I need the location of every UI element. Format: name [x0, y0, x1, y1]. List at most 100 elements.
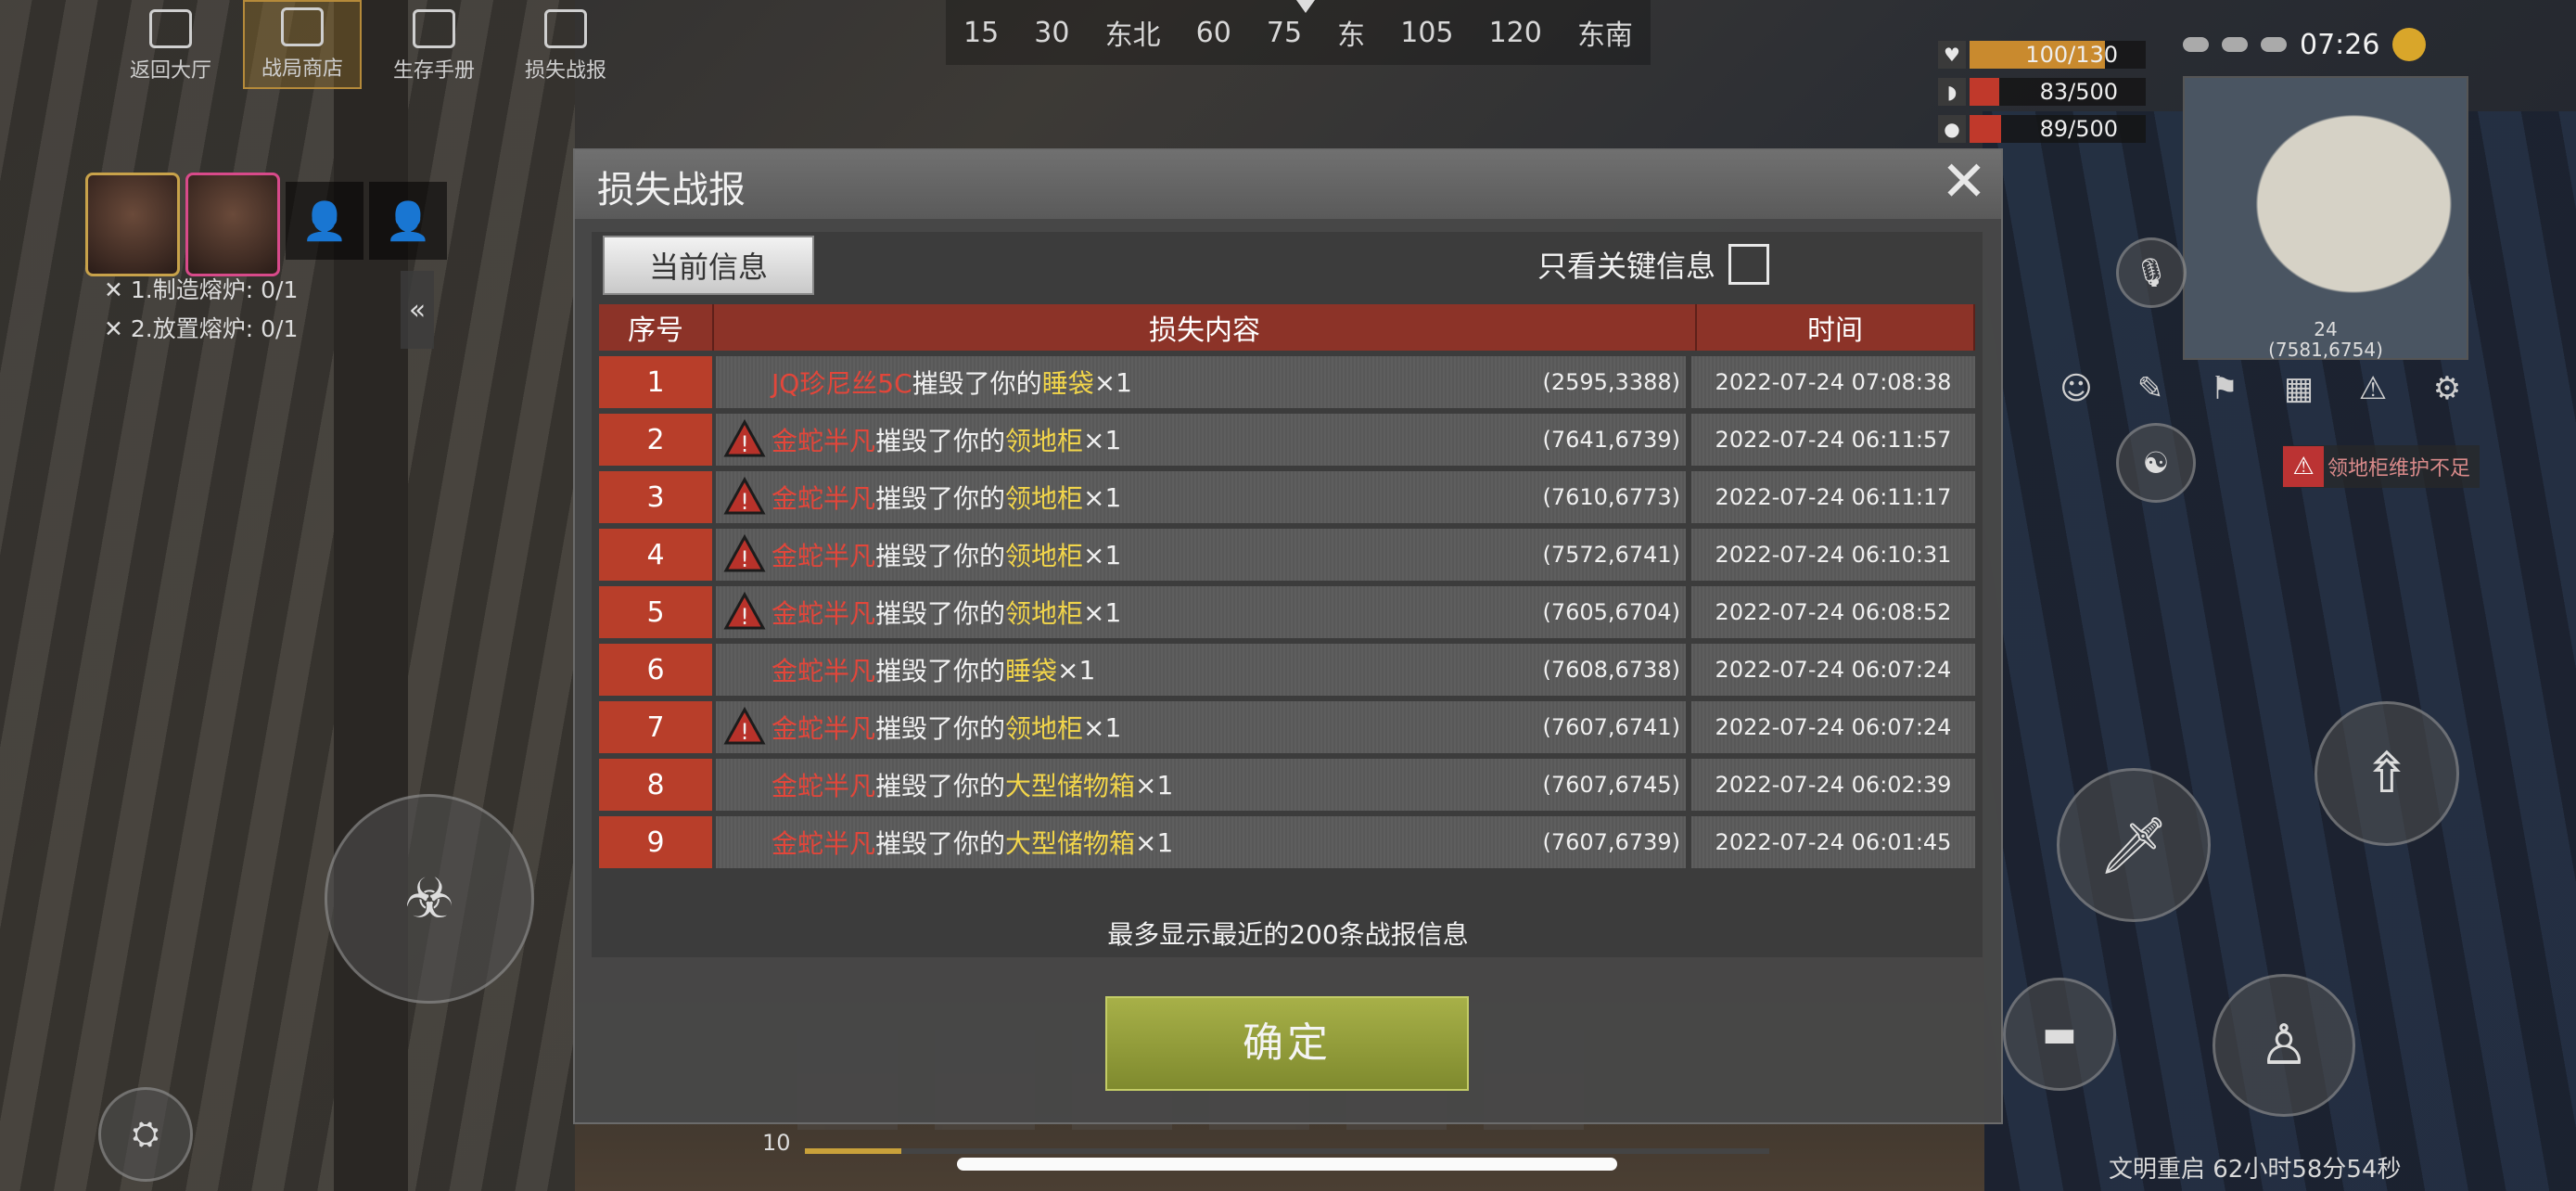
territory-warning-badge[interactable]: ⚠ 领地柜维护不足: [2283, 445, 2480, 488]
loss-time: 2022-07-24 06:07:24: [1691, 701, 1975, 753]
location-coordinates[interactable]: (7607,6741): [1542, 714, 1680, 740]
mic-muted-icon: 🎙: [2133, 256, 2170, 289]
location-coordinates[interactable]: (7572,6741): [1542, 542, 1680, 568]
home-indicator[interactable]: [957, 1158, 1617, 1171]
jump-button[interactable]: ⇮: [2315, 701, 2459, 846]
loss-report-button[interactable]: 损失战报: [506, 0, 625, 89]
close-button[interactable]: ✕: [1936, 154, 1992, 211]
location-coordinates[interactable]: (7610,6773): [1542, 484, 1680, 510]
key-info-filter[interactable]: 只看关键信息: [1537, 243, 1770, 286]
location-coordinates[interactable]: (7608,6738): [1542, 657, 1680, 683]
attacker-name[interactable]: 金蛇半凡: [772, 421, 875, 458]
compass-tick: 120: [1488, 16, 1542, 49]
attacker-name[interactable]: JQ珍尼丝5C: [772, 364, 912, 401]
loss-time: 2022-07-24 06:07:24: [1691, 644, 1975, 696]
add-teammate-button[interactable]: 👤: [286, 182, 363, 260]
survival-manual-button[interactable]: 生存手册: [375, 0, 493, 89]
clock-text: 07:26: [2300, 28, 2380, 61]
sun-icon: [2392, 28, 2427, 61]
svg-text:!: !: [740, 719, 749, 745]
attacker-name[interactable]: 金蛇半凡: [772, 651, 875, 688]
row-number: 2: [599, 414, 712, 466]
item-name: 睡袋: [1041, 368, 1094, 399]
menu-label: 生存手册: [392, 59, 475, 83]
loss-time: 2022-07-24 06:10:31: [1691, 529, 1975, 581]
backpack-icon: ⛭: [132, 1115, 159, 1153]
attacker-name[interactable]: 金蛇半凡: [772, 536, 875, 573]
alert-icon[interactable]: ⚠: [2353, 369, 2392, 408]
battle-shop-button[interactable]: 战局商店: [243, 0, 362, 89]
loss-time: 2022-07-24 06:02:39: [1691, 759, 1975, 811]
food-stat: ◗ 83/500: [1938, 78, 2146, 106]
add-teammate-button[interactable]: 👤: [369, 182, 447, 260]
plane-icon: [2261, 37, 2287, 52]
attacker-name[interactable]: 金蛇半凡: [772, 594, 875, 631]
return-lobby-button[interactable]: 返回大厅: [111, 0, 230, 89]
item-name: 领地柜: [1005, 541, 1084, 571]
loss-time: 2022-07-24 06:08:52: [1691, 586, 1975, 638]
food-icon: ◗: [1938, 78, 1966, 106]
item-quantity: ×1: [1083, 711, 1122, 743]
warning-icon: !: [723, 533, 766, 572]
pencil-icon[interactable]: ✎: [2131, 369, 2170, 408]
ship-icon: [2222, 37, 2248, 52]
avatar[interactable]: [185, 173, 280, 276]
item-name: 领地柜: [1005, 426, 1084, 456]
location-coordinates[interactable]: (7607,6739): [1542, 829, 1680, 855]
confirm-button[interactable]: 确定: [1105, 996, 1469, 1091]
build-icon[interactable]: ▦: [2279, 369, 2318, 408]
backpack-button[interactable]: ⛭: [98, 1087, 193, 1182]
emote-button[interactable]: ☯: [2116, 423, 2196, 503]
table-body: 1 JQ珍尼丝5C 摧毁了你的 睡袋 ×1 (2595,3388) 2022-07-24 0…: [599, 356, 1975, 868]
flag-icon[interactable]: ⚑: [2205, 369, 2244, 408]
column-header-no: 序号: [599, 304, 714, 351]
mask-icon[interactable]: ☺: [2057, 369, 2096, 408]
knife-icon: 🗡: [2098, 813, 2170, 878]
location-coordinates[interactable]: (7607,6745): [1542, 772, 1680, 798]
movement-joystick[interactable]: ☣: [325, 794, 534, 1004]
location-coordinates[interactable]: (2595,3388): [1542, 369, 1680, 395]
location-coordinates[interactable]: (7641,6739): [1542, 427, 1680, 453]
compass-tick: 东北: [1104, 19, 1161, 52]
item-name: 领地柜: [1005, 713, 1084, 744]
melee-attack-button[interactable]: 🗡: [2057, 768, 2211, 922]
loss-content: ! 金蛇半凡 摧毁了你的 领地柜 ×1 (7572,6741): [716, 529, 1686, 581]
warning-icon: !: [723, 706, 766, 745]
table-row: 4! 金蛇半凡 摧毁了你的 领地柜 ×1 (7572,6741) 2022-07-24 06…: [599, 529, 1975, 581]
crouch-button[interactable]: ♙: [2213, 974, 2355, 1117]
voice-mic-button[interactable]: 🎙: [2116, 237, 2187, 308]
heart-icon: ♥: [1938, 41, 1966, 69]
item-quantity: ×1: [1083, 424, 1122, 455]
report-icon: [544, 9, 587, 48]
loss-content: ! 金蛇半凡 摧毁了你的 领地柜 ×1 (7610,6773): [716, 471, 1686, 523]
tab-current-info[interactable]: 当前信息: [603, 236, 814, 295]
key-info-label: 只看关键信息: [1537, 249, 1716, 284]
location-coordinates[interactable]: (7605,6704): [1542, 599, 1680, 625]
collapse-tasks-button[interactable]: «: [401, 271, 434, 349]
attacker-name[interactable]: 金蛇半凡: [772, 824, 875, 861]
water-drop-icon: ●: [1938, 115, 1966, 143]
loss-report-dialog: 损失战报 ✕ 当前信息 只看关键信息 序号 损失内容 时间 1 JQ珍尼丝5C 摧毁…: [573, 148, 2003, 1124]
menu-label: 返回大厅: [129, 59, 211, 83]
compass-tick: 60: [1195, 16, 1231, 49]
row-number: 6: [599, 644, 712, 696]
loss-time: 2022-07-24 06:11:17: [1691, 471, 1975, 523]
menu-label: 损失战报: [524, 59, 606, 83]
attacker-name[interactable]: 金蛇半凡: [772, 479, 875, 516]
attacker-name[interactable]: 金蛇半凡: [772, 709, 875, 746]
row-number: 8: [599, 759, 712, 811]
food-fill: [1970, 78, 1999, 106]
warning-icon: ⚠: [2283, 446, 2324, 487]
no-warning-spacer: [723, 361, 766, 403]
food-bar: 83/500: [1970, 78, 2146, 106]
minimap[interactable]: 24 (7581,6754): [2183, 76, 2468, 360]
loss-report-table: 序号 损失内容 时间 1 JQ珍尼丝5C 摧毁了你的 睡袋 ×1 (2595,3388) 2…: [599, 304, 1975, 868]
prone-button[interactable]: ▬: [2003, 978, 2116, 1091]
gear-icon[interactable]: ⚙: [2428, 369, 2467, 408]
loss-content: JQ珍尼丝5C 摧毁了你的 睡袋 ×1 (2595,3388): [716, 356, 1686, 408]
attacker-name[interactable]: 金蛇半凡: [772, 766, 875, 803]
avatar[interactable]: [85, 173, 180, 276]
loss-time: 2022-07-24 06:11:57: [1691, 414, 1975, 466]
key-info-checkbox[interactable]: [1728, 244, 1770, 285]
health-stat: ♥ 100/130: [1938, 41, 2146, 69]
